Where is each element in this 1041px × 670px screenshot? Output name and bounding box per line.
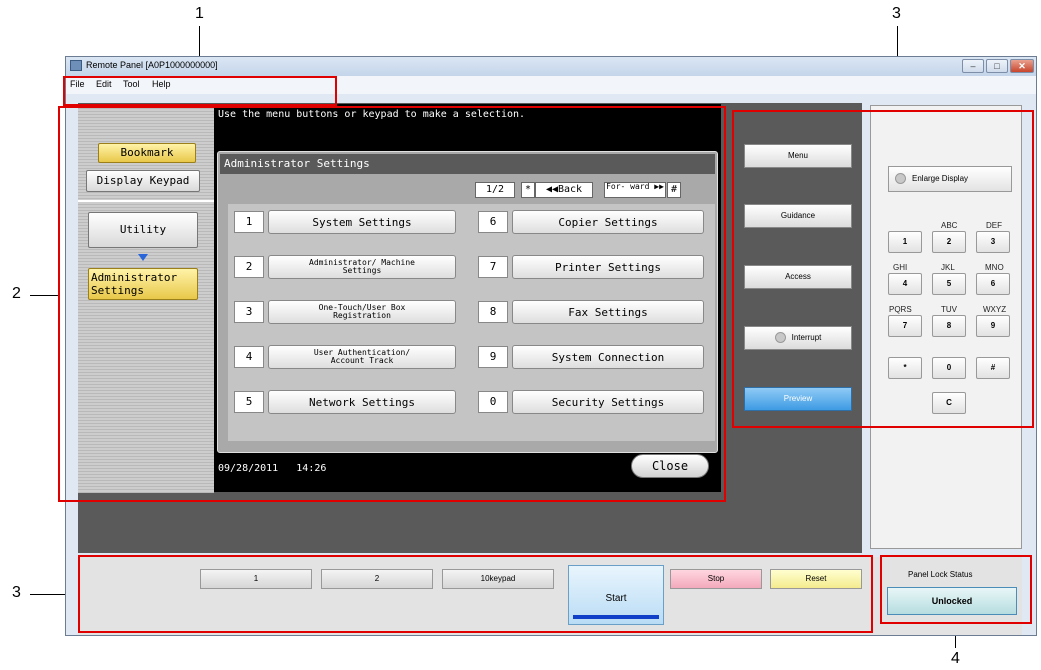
callout-2: 2 bbox=[12, 285, 21, 302]
window-title: Remote Panel [A0P1000000000] bbox=[86, 60, 218, 70]
leader-line-2 bbox=[30, 295, 58, 296]
maximize-button[interactable]: □ bbox=[986, 59, 1008, 73]
callout-frame-lock bbox=[880, 555, 1032, 624]
callout-3-left: 3 bbox=[12, 584, 21, 601]
minimize-button[interactable]: – bbox=[962, 59, 984, 73]
callout-frame-screen bbox=[58, 106, 726, 502]
callout-frame-menubar bbox=[63, 76, 337, 106]
callout-4: 4 bbox=[951, 650, 960, 667]
app-icon bbox=[70, 60, 82, 71]
callout-3-top: 3 bbox=[892, 5, 901, 22]
callout-frame-bottom bbox=[78, 555, 873, 633]
callout-1: 1 bbox=[195, 5, 204, 22]
close-window-button[interactable]: ✕ bbox=[1010, 59, 1034, 73]
callout-frame-keys bbox=[732, 110, 1034, 428]
title-bar: Remote Panel [A0P1000000000] – □ ✕ bbox=[66, 57, 1036, 76]
